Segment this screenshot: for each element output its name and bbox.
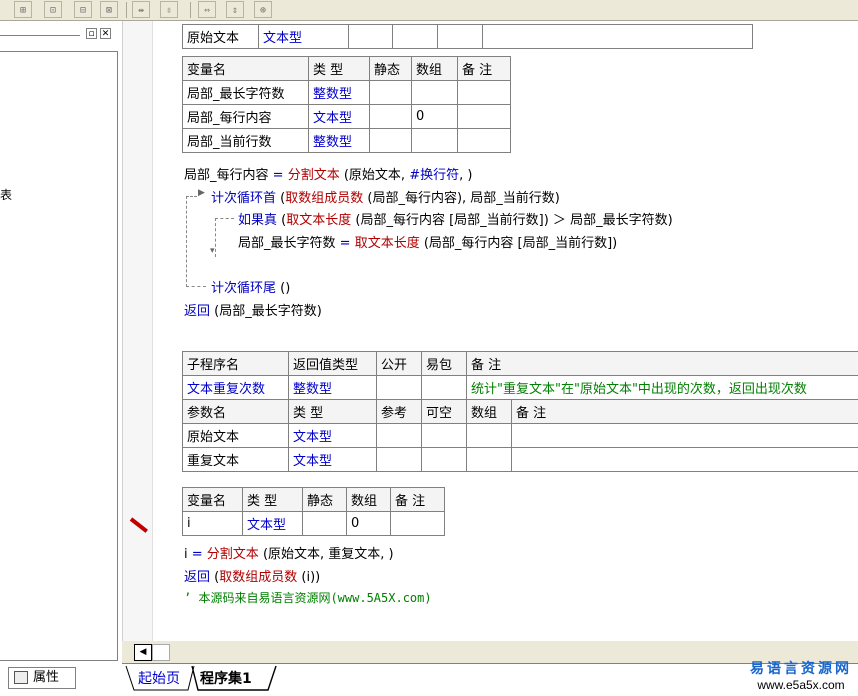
table-row[interactable]: 局部_每行内容 文本型 0 [183, 105, 511, 129]
code-line[interactable]: 计次循环首 (取数组成员数 (局部_每行内容), 局部_当前行数) [211, 187, 560, 206]
editor-gutter [122, 21, 153, 641]
panel-header: ▫ ✕ [0, 27, 118, 42]
tab-assembly1[interactable]: 程序集1 [194, 667, 258, 691]
watermark: 易语言资源网 www.e5a5x.com [750, 658, 852, 692]
code-line[interactable]: 返回 (取数组成员数 (i)) [184, 566, 320, 585]
header-cell: 类 型 [309, 57, 370, 81]
table-row[interactable]: 局部_最长字符数 整数型 [183, 81, 511, 105]
code-line[interactable]: 局部_每行内容 = 分割文本 (原始文本, #换行符, ) [184, 164, 472, 183]
same-height-icon[interactable]: ⇳ [160, 1, 178, 18]
cell[interactable]: 文本型 [259, 25, 349, 49]
same-width-icon[interactable]: ⇹ [132, 1, 150, 18]
table-row[interactable]: 重复文本 文本型 [183, 448, 858, 472]
tab-strip: 起始页 程序集1 [122, 663, 858, 696]
table-row[interactable]: 原始文本 文本型 [183, 424, 858, 448]
header-cell: 数组 [412, 57, 458, 81]
restore-icon[interactable]: ▫ [86, 28, 97, 39]
code-line[interactable]: 计次循环尾 () [211, 277, 290, 296]
property-tab[interactable]: 属性 [8, 667, 76, 689]
subroutine-name[interactable]: 文本重复次数 [183, 376, 289, 400]
local-var-table: 变量名 类 型 静态 数组 备 注 局部_最长字符数 整数型 局部_每行内容 文… [182, 56, 511, 153]
panel-text-fragment: 表 [0, 186, 12, 203]
tab-start-page[interactable]: 起始页 [132, 667, 186, 691]
scroll-track[interactable] [152, 644, 170, 661]
align-top-icon[interactable]: ⊟ [74, 1, 92, 18]
table-row[interactable]: 文本重复次数 整数型 统计"重复文本"在"原始文本"中出现的次数，返回出现次数 [183, 376, 858, 400]
property-tab-label: 属性 [33, 670, 59, 685]
left-panel: ▫ ✕ 表 属性 [0, 21, 121, 695]
code-line[interactable]: 如果真 (取文本长度 (局部_每行内容 [局部_当前行数]) ＞ 局部_最长字符… [238, 209, 673, 228]
scroll-left-icon[interactable]: ◀ [134, 644, 152, 661]
subroutine-table: 子程序名 返回值类型 公开 易包 备 注 文本重复次数 整数型 统计"重复文本"… [182, 351, 858, 472]
header-cell: 备 注 [458, 57, 511, 81]
watermark-title: 易语言资源网 [750, 658, 852, 678]
property-icon [14, 671, 28, 684]
close-icon[interactable]: ✕ [100, 28, 111, 39]
cell[interactable]: 原始文本 [183, 25, 259, 49]
align-bottom-icon[interactable]: ⊠ [100, 1, 118, 18]
header-cell: 变量名 [183, 57, 309, 81]
table-row[interactable]: 局部_当前行数 整数型 [183, 129, 511, 153]
subroutine-remark[interactable]: 统计"重复文本"在"原始文本"中出现的次数，返回出现次数 [467, 376, 858, 400]
header-cell: 静态 [370, 57, 412, 81]
local-var-table-2: 变量名 类 型 静态 数组 备 注 i 文本型 0 [182, 487, 445, 536]
code-line[interactable]: 局部_最长字符数 = 取文本长度 (局部_每行内容 [局部_当前行数]) [238, 232, 617, 251]
toolbar: ⊞ ⊡ ⊟ ⊠ ⇹ ⇳ ⇔ ⇕ ⊕ [0, 0, 858, 21]
code-editor[interactable]: 原始文本 文本型 变量名 类 型 静态 数组 备 注 局部_最长字符数 整数型 … [152, 21, 858, 641]
code-line[interactable]: i = 分割文本 (原始文本, 重复文本, ) [184, 543, 394, 562]
hspace-icon[interactable]: ⇔ [198, 1, 216, 18]
comment-line[interactable]: ’ 本源码来自易语言资源网(www.5A5X.com) [184, 589, 432, 606]
horizontal-scrollbar[interactable]: ◀ [122, 641, 858, 663]
center-icon[interactable]: ⊕ [254, 1, 272, 18]
var-name-cell[interactable]: i [183, 512, 243, 536]
panel-content: 表 [0, 51, 118, 661]
align-center-icon[interactable]: ⊡ [44, 1, 62, 18]
align-left-icon[interactable]: ⊞ [14, 1, 32, 18]
assembly-var-table: 原始文本 文本型 [182, 24, 753, 49]
watermark-url: www.e5a5x.com [750, 678, 852, 692]
table-row[interactable]: i 文本型 0 [183, 512, 445, 536]
code-line[interactable]: 返回 (局部_最长字符数) [184, 300, 322, 319]
vspace-icon[interactable]: ⇕ [226, 1, 244, 18]
